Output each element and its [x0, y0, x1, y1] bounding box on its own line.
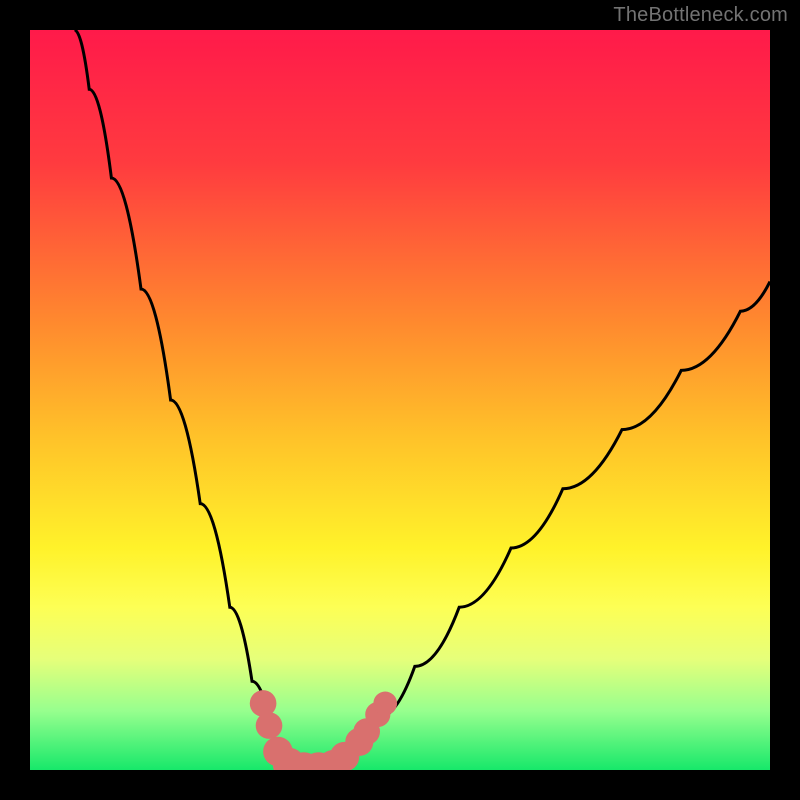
marker-dot	[256, 712, 283, 739]
curve-layer	[30, 30, 770, 770]
bottleneck-curve	[74, 30, 770, 770]
watermark-text: TheBottleneck.com	[613, 4, 788, 27]
plot-area	[30, 30, 770, 770]
curve-markers	[250, 690, 397, 770]
chart-container: TheBottleneck.com	[0, 0, 800, 800]
marker-dot	[373, 692, 397, 716]
